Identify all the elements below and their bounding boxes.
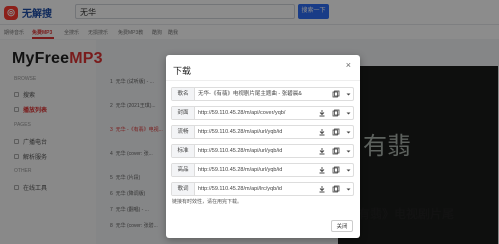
download-row-standard: 标准 http://59.110.45.28/m/api/url/yqb/id: [171, 144, 354, 158]
copy-icon[interactable]: [332, 109, 340, 117]
row-value[interactable]: http://59.110.45.28/m/api/url/yqb/id: [198, 164, 310, 176]
download-row-lyrics: 歌词 http://59.110.45.28/m/api/lrc/yqb/id: [171, 182, 354, 196]
copy-icon[interactable]: [332, 166, 340, 174]
chevron-down-icon[interactable]: [346, 149, 351, 154]
close-button[interactable]: 关闭: [331, 220, 353, 232]
download-row-smooth: 流畅 http://59.110.45.28/m/api/url/yqb/id: [171, 125, 354, 139]
dialog-divider: [166, 80, 360, 81]
dialog-note: 链接有时效性，请在用完下载。: [172, 199, 243, 205]
row-value[interactable]: http://59.110.45.28/m/api/url/yqb/id: [198, 145, 310, 157]
close-icon[interactable]: ×: [346, 60, 351, 70]
copy-icon[interactable]: [332, 128, 340, 136]
download-row-high: 高品 http://59.110.45.28/m/api/url/yqb/id: [171, 163, 354, 177]
chevron-down-icon[interactable]: [346, 130, 351, 135]
dialog-title: 下载: [173, 66, 192, 76]
row-label: 封面: [172, 107, 195, 119]
row-value[interactable]: http://59.110.45.28/m/api/url/yqb/id: [198, 126, 310, 138]
download-icon[interactable]: [318, 128, 326, 136]
chevron-down-icon[interactable]: [346, 187, 351, 192]
row-label: 高品: [172, 164, 195, 176]
download-icon[interactable]: [318, 185, 326, 193]
download-icon[interactable]: [318, 147, 326, 155]
copy-icon[interactable]: [332, 185, 340, 193]
copy-icon[interactable]: [332, 147, 340, 155]
row-label: 歌词: [172, 183, 195, 195]
row-label: 歌名: [172, 88, 195, 100]
row-label: 流畅: [172, 126, 195, 138]
row-value[interactable]: 无华-《有翡》电视剧片尾主题曲 - 张碧晨&: [198, 88, 310, 100]
download-icon[interactable]: [318, 166, 326, 174]
chevron-down-icon[interactable]: [346, 168, 351, 173]
copy-icon[interactable]: [332, 90, 340, 98]
row-value[interactable]: http://59.110.45.28/m/api/lrc/yqb/id: [198, 183, 310, 195]
download-dialog: 下载 × 歌名 无华-《有翡》电视剧片尾主题曲 - 张碧晨& 封面 http:/…: [166, 55, 360, 238]
download-row-cover: 封面 http://59.110.45.28/m/api/cover/yqb/: [171, 106, 354, 120]
row-label: 标准: [172, 145, 195, 157]
chevron-down-icon[interactable]: [346, 111, 351, 116]
download-icon[interactable]: [318, 109, 326, 117]
chevron-down-icon[interactable]: [346, 92, 351, 97]
row-value[interactable]: http://59.110.45.28/m/api/cover/yqb/: [198, 107, 310, 119]
download-row-name: 歌名 无华-《有翡》电视剧片尾主题曲 - 张碧晨&: [171, 87, 354, 101]
